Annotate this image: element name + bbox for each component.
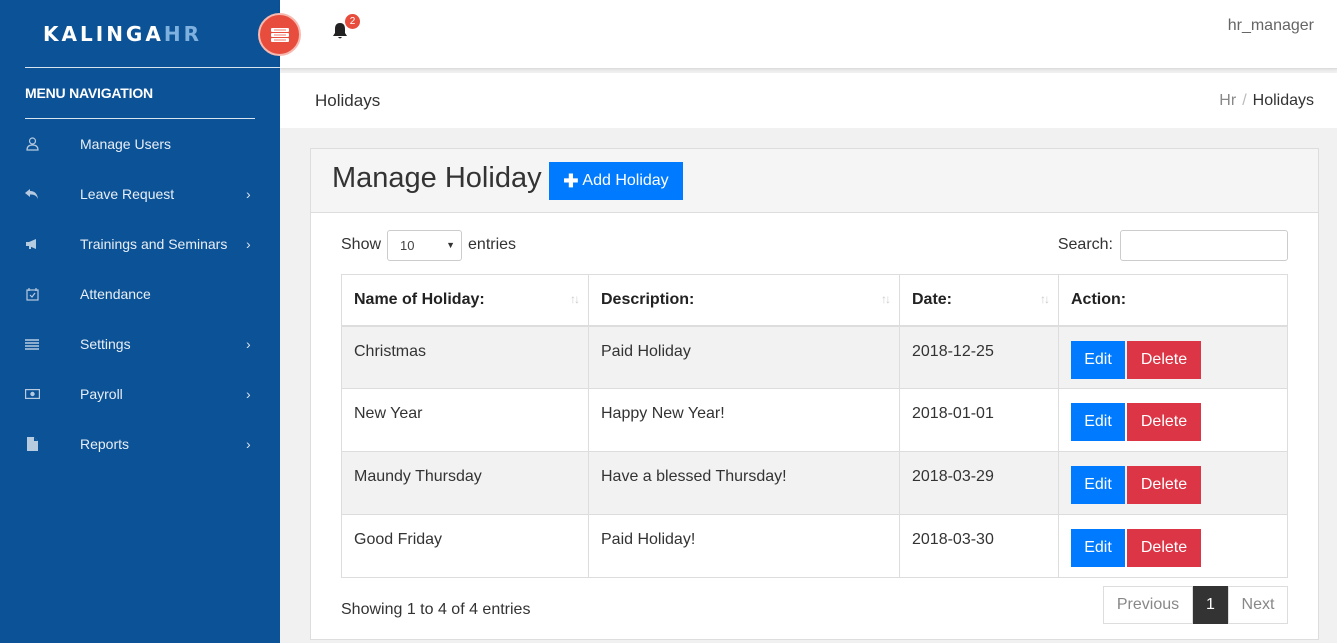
holiday-name: New Year <box>341 388 589 452</box>
caret-down-icon: ▼ <box>446 239 456 250</box>
holiday-description: Have a blessed Thursday! <box>588 451 900 515</box>
holidays-table: Name of Holiday: ↑↓ Description: ↑↓ Date: ↑… <box>341 274 1288 578</box>
column-header-name[interactable]: Name of Holiday: ↑↓ <box>341 274 589 327</box>
row-actions: Edit Delete <box>1058 451 1288 515</box>
column-header-description[interactable]: Description: ↑↓ <box>588 274 900 327</box>
money-icon <box>24 386 40 402</box>
menu-icon <box>270 27 289 42</box>
table-row: Good Friday Paid Holiday! 2018-03-30 Edi… <box>341 514 1288 578</box>
row-actions: Edit Delete <box>1058 325 1288 389</box>
table-row: New Year Happy New Year! 2018-01-01 Edit… <box>341 388 1288 452</box>
plus-icon: ✚ <box>563 170 579 191</box>
holiday-date: 2018-12-25 <box>899 325 1059 389</box>
sidebar-item-trainings-and-seminars[interactable]: Trainings and Seminars › <box>0 219 280 269</box>
pagination-next[interactable]: Next <box>1228 586 1288 624</box>
megaphone-icon <box>24 236 40 252</box>
table-row: Christmas Paid Holiday 2018-12-25 Edit De… <box>341 325 1288 389</box>
edit-button[interactable]: Edit <box>1071 529 1125 567</box>
chevron-right-icon: › <box>246 436 251 452</box>
row-actions: Edit Delete <box>1058 514 1288 578</box>
page-title: Holidays <box>315 91 381 110</box>
menu-navigation-title: MENU NAVIGATION <box>25 68 255 119</box>
chevron-right-icon: › <box>246 386 251 402</box>
sidebar-item-attendance[interactable]: Attendance <box>0 269 280 319</box>
edit-button[interactable]: Edit <box>1071 340 1125 379</box>
brand-logo[interactable]: KALINGAHR <box>25 0 280 68</box>
reply-icon <box>24 186 40 202</box>
holiday-date: 2018-03-29 <box>899 451 1059 515</box>
breadcrumb-item-hr[interactable]: Hr <box>1219 92 1236 110</box>
breadcrumb: Hr / Holidays <box>1219 92 1314 110</box>
holiday-name: Christmas <box>341 325 589 389</box>
delete-button[interactable]: Delete <box>1127 403 1201 441</box>
holiday-description: Happy New Year! <box>588 388 900 452</box>
table-header-row: Name of Holiday: ↑↓ Description: ↑↓ Date: ↑… <box>341 274 1288 327</box>
sort-icon: ↑↓ <box>1040 292 1050 306</box>
sidebar-item-settings[interactable]: Settings › <box>0 319 280 369</box>
user-icon <box>24 136 40 152</box>
edit-button[interactable]: Edit <box>1071 403 1125 441</box>
table-info: Showing 1 to 4 of 4 entries <box>341 601 531 618</box>
sidebar: KALINGAHR MENU NAVIGATION Manage Users L… <box>0 0 280 643</box>
row-actions: Edit Delete <box>1058 388 1288 452</box>
manage-holiday-card: Manage Holiday ✚ Add Holiday Show 10 ▼ e… <box>310 148 1319 640</box>
chevron-right-icon: › <box>246 186 251 202</box>
pagination: Previous 1 Next <box>1103 586 1288 624</box>
holiday-name: Maundy Thursday <box>341 451 589 515</box>
sidebar-item-payroll[interactable]: Payroll › <box>0 369 280 419</box>
table-row: Maundy Thursday Have a blessed Thursday!… <box>341 451 1288 515</box>
page-size-select[interactable]: 10 ▼ <box>387 229 463 261</box>
column-header-action: Action: <box>1058 274 1288 327</box>
sort-icon: ↑↓ <box>570 292 580 306</box>
card-header: Manage Holiday ✚ Add Holiday <box>311 149 1318 213</box>
search-input[interactable] <box>1120 229 1288 261</box>
delete-button[interactable]: Delete <box>1127 466 1201 504</box>
sidebar-item-reports[interactable]: Reports › <box>0 419 280 469</box>
edit-button[interactable]: Edit <box>1071 466 1125 504</box>
file-icon <box>24 436 40 452</box>
delete-button[interactable]: Delete <box>1127 340 1201 379</box>
calendar-check-icon <box>24 286 40 302</box>
pagination-previous[interactable]: Previous <box>1103 586 1193 624</box>
sidebar-item-leave-request[interactable]: Leave Request › <box>0 169 280 219</box>
holiday-description: Paid Holiday <box>588 325 900 389</box>
notification-badge: 2 <box>345 14 360 29</box>
sidebar-nav: Manage Users Leave Request › Trainings a… <box>0 119 280 469</box>
page-size-control: Show 10 ▼ entries <box>341 229 516 261</box>
holiday-name: Good Friday <box>341 514 589 578</box>
sidebar-toggle-button[interactable] <box>258 13 301 56</box>
holiday-description: Paid Holiday! <box>588 514 900 578</box>
column-header-date[interactable]: Date: ↑↓ <box>899 274 1059 327</box>
delete-button[interactable]: Delete <box>1127 529 1201 567</box>
search-control: Search: <box>1058 229 1288 261</box>
sidebar-item-manage-users[interactable]: Manage Users <box>0 119 280 169</box>
sort-icon: ↑↓ <box>881 292 891 306</box>
holiday-date: 2018-03-30 <box>899 514 1059 578</box>
page-header: Holidays Hr / Holidays <box>280 73 1337 128</box>
breadcrumb-item-current: Holidays <box>1252 92 1314 109</box>
top-navbar: hr_manager <box>280 0 1337 69</box>
add-holiday-button[interactable]: ✚ Add Holiday <box>549 162 683 200</box>
pagination-page-current[interactable]: 1 <box>1193 586 1228 624</box>
list-icon <box>24 336 40 352</box>
user-menu[interactable]: hr_manager <box>1228 17 1314 35</box>
chevron-right-icon: › <box>246 236 251 252</box>
card-title: Manage Holiday <box>332 162 542 194</box>
holiday-date: 2018-01-01 <box>899 388 1059 452</box>
brand-text: KALINGAHR <box>43 21 202 46</box>
table-controls: Show 10 ▼ entries Search: <box>341 229 1288 261</box>
breadcrumb-separator: / <box>1242 92 1247 109</box>
chevron-right-icon: › <box>246 336 251 352</box>
